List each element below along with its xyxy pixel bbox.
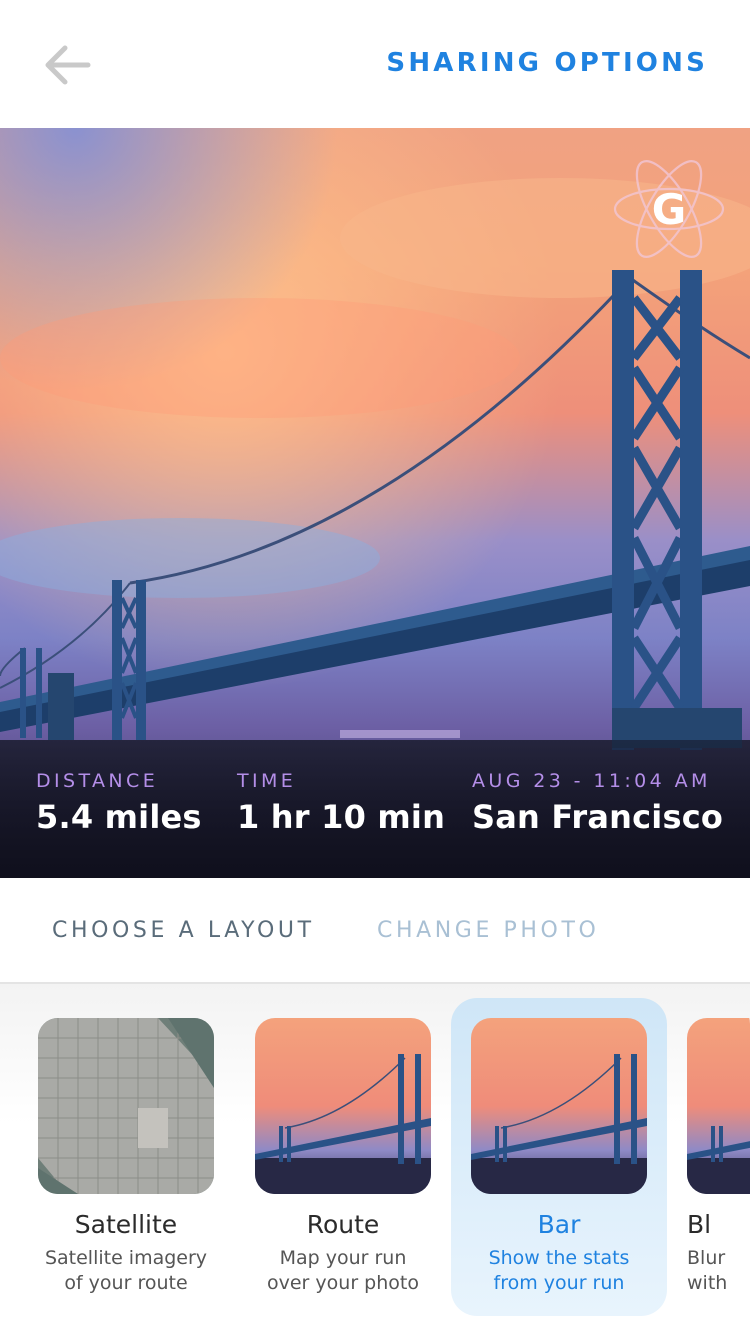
layout-description: Satellite imagery of your route [18,1246,234,1296]
layout-desc-line: from your run [493,1272,625,1294]
stat-label: DISTANCE [36,770,159,792]
layout-desc-line: Map your run [279,1247,407,1269]
layout-title: Satellite [74,1210,178,1239]
stat-location: AUG 23 - 11:04 AM San Francisco [472,770,723,836]
stat-label: AUG 23 - 11:04 AM [472,770,711,792]
tab-bar: CHOOSE A LAYOUT CHANGE PHOTO [0,878,750,984]
layout-description: Map your run over your photo [235,1246,451,1296]
stat-value: 1 hr 10 min [237,798,446,836]
layout-title: Bar [537,1210,581,1239]
layout-card-blur[interactable]: Bl Blur with [667,998,750,1316]
top-bar: SHARING OPTIONS [0,0,750,128]
back-button[interactable] [40,40,96,90]
layout-title: Bl [687,1210,712,1239]
layout-desc-line: of your route [64,1272,188,1294]
layout-desc-line: over your photo [267,1272,419,1294]
layout-title: Route [306,1210,380,1239]
logo-letter: G [652,185,686,234]
tab-change-photo[interactable]: CHANGE PHOTO [377,918,599,943]
layout-carousel[interactable]: Satellite Satellite imagery of your rout… [0,984,750,1334]
layout-desc-line: Satellite imagery [44,1247,208,1269]
arrow-left-icon [45,45,91,85]
layout-card-satellite[interactable]: Satellite Satellite imagery of your rout… [18,998,234,1316]
layout-desc-line: Blur [687,1247,726,1269]
sharing-options-button[interactable]: SHARING OPTIONS [386,48,708,78]
layout-desc-line: with [687,1272,728,1294]
stat-value: San Francisco [472,798,724,836]
layout-description: Show the stats from your run [451,1246,667,1296]
satellite-thumbnail [38,1018,214,1194]
photo-preview: G DISTANCE 5.4 miles TIME 1 hr 10 min AU… [0,128,750,878]
stat-value: 5.4 miles [36,798,202,836]
stats-bar: DISTANCE 5.4 miles TIME 1 hr 10 min AUG … [0,740,750,878]
tab-choose-layout[interactable]: CHOOSE A LAYOUT [52,918,315,943]
blur-thumbnail [687,1018,750,1194]
stat-distance: DISTANCE 5.4 miles [36,770,202,836]
route-thumbnail [255,1018,431,1194]
layout-desc-line: Show the stats [488,1247,630,1269]
stat-time: TIME 1 hr 10 min [237,770,445,836]
layout-card-bar[interactable]: Bar Show the stats from your run [451,998,667,1316]
layout-card-route[interactable]: Route Map your run over your photo [235,998,451,1316]
layout-description: Blur with [687,1246,750,1296]
bar-thumbnail [471,1018,647,1194]
app-logo-icon: G [613,160,725,258]
stat-label: TIME [237,770,297,792]
